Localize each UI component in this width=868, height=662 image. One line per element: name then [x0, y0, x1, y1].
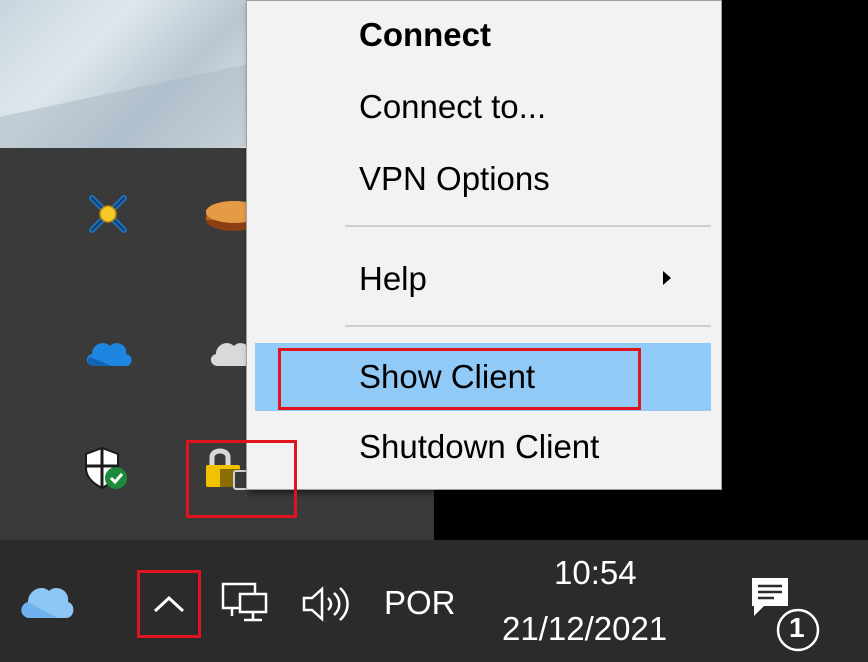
menu-item-label: Help	[359, 260, 427, 297]
chevron-up-icon	[153, 595, 185, 613]
menu-item-label: Shutdown Client	[359, 428, 600, 465]
cloud-icon[interactable]	[18, 578, 76, 627]
network-icon[interactable]	[220, 580, 270, 633]
input-language-indicator[interactable]: POR	[384, 584, 456, 622]
menu-item-connect-to[interactable]: Connect to...	[255, 73, 711, 141]
show-hidden-icons-button[interactable]	[140, 574, 198, 634]
menu-separator	[345, 225, 711, 227]
network-tool-icon[interactable]	[80, 186, 136, 242]
menu-item-label: Show Client	[359, 358, 536, 395]
menu-item-label: VPN Options	[359, 160, 550, 197]
submenu-arrow-icon	[663, 271, 671, 285]
menu-item-show-client[interactable]: Show Client	[255, 343, 711, 411]
menu-item-connect[interactable]: Connect	[255, 1, 711, 69]
onedrive-grey-icon[interactable]	[206, 324, 246, 380]
clock-time: 10:54	[554, 554, 637, 591]
menu-item-vpn-options[interactable]: VPN Options	[255, 145, 711, 213]
taskbar: POR 10:54 21/12/2021 1	[0, 540, 868, 662]
clock-date: 21/12/2021	[502, 610, 668, 647]
menu-item-shutdown-client[interactable]: Shutdown Client	[255, 413, 711, 481]
menu-item-label: Connect to...	[359, 88, 547, 125]
vpn-context-menu: Connect Connect to... VPN Options Help S…	[246, 0, 722, 490]
screen: Connect Connect to... VPN Options Help S…	[0, 0, 868, 662]
desktop-wallpaper	[0, 0, 246, 148]
disk-icon[interactable]	[206, 186, 246, 242]
vpn-lock-icon[interactable]	[196, 440, 252, 496]
notification-count-badge: 1	[789, 612, 805, 643]
onedrive-icon[interactable]	[80, 324, 136, 380]
action-center-button[interactable]: 1	[744, 574, 834, 654]
clock[interactable]: 10:54 21/12/2021	[492, 546, 692, 658]
menu-item-label: Connect	[359, 16, 491, 53]
menu-item-help[interactable]: Help	[255, 245, 711, 313]
menu-separator	[345, 325, 711, 327]
volume-icon[interactable]	[300, 584, 352, 629]
windows-security-icon[interactable]	[78, 440, 134, 496]
